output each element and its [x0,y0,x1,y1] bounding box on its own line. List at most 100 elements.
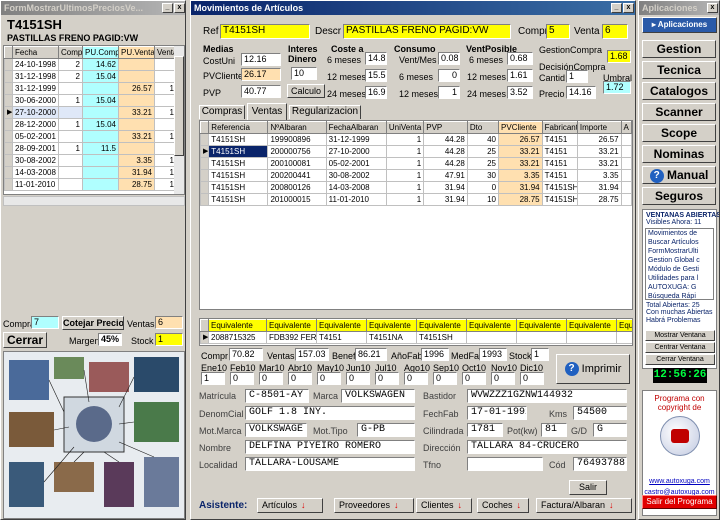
margen-field[interactable]: 45% [98,333,122,346]
stats-anofab-field[interactable]: 1996 [421,348,449,361]
grid-header[interactable]: NºAlbaran [267,121,327,134]
aplicaciones-button[interactable]: ▸ Aplicaciones [642,17,717,33]
ventmes-field[interactable]: 0.08 [438,52,460,65]
nav-clientes-button[interactable]: Clientes ↓ [416,498,472,513]
grid-row[interactable]: T4151SH 201000015 11-01-2010 1 31.94 10 28.75 T… [200,193,632,206]
catalogos-button[interactable]: Catalogos [642,82,716,100]
table-header[interactable]: PU.Venta [118,46,155,59]
grid-header[interactable]: UniVenta [385,121,425,134]
marca-field[interactable]: VOLKSWAGEN [341,389,415,403]
table-header[interactable]: Compra [58,46,83,59]
ref-field[interactable]: T4151SH [220,24,310,39]
table-row[interactable]: 14-03-2008 31.94 1 [4,166,177,179]
scrollbar-thumb[interactable] [174,56,184,156]
table-header[interactable]: Fecha [12,46,59,59]
stock-field[interactable]: 1 [155,333,183,346]
close-icon[interactable]: x [174,3,185,13]
website-link[interactable]: www.autoxuga.com [643,478,716,485]
right-window-titlebar[interactable]: Aplicaciones x [639,1,719,15]
equiv-header[interactable]: Equivalente [416,319,467,332]
sales-grid[interactable]: Referencia NºAlbaran FechaAlbaran UniVen… [199,120,633,310]
consumo-24-field[interactable]: 1 [438,86,460,99]
grid-header[interactable]: PVCliente [498,121,543,134]
open-window-item[interactable]: Gestion Global c [646,256,713,265]
consumo-6-field[interactable]: 0 [438,69,460,82]
table-row[interactable]: 31-12-1999 26.57 1 [4,82,177,95]
ventas-field[interactable]: 6 [155,316,183,329]
tab-ventas[interactable]: Ventas [247,103,287,120]
direccion-field[interactable]: TALLARA 84-CRUCERO [467,440,627,454]
matricula-field[interactable]: C-8501-AY [245,389,309,403]
equiv-cell[interactable] [516,331,567,344]
cotejar-precios-button[interactable]: Cotejar Precios [62,316,124,330]
localidad-field[interactable]: TALLARA-LOUSAME [245,457,415,471]
umbral-field[interactable]: 1.72 [603,81,631,94]
grid-header[interactable]: PVP [423,121,468,134]
scope-button[interactable]: Scope [642,124,716,142]
month-value[interactable]: 0 [491,372,515,385]
salir-button[interactable]: Salir [569,480,607,495]
equiv-header[interactable]: Equivalente [266,319,317,332]
motmarca-field[interactable]: VOLKSWAGE [245,423,307,437]
table-row[interactable]: 30-08-2002 3.35 1 [4,154,177,167]
tecnica-button[interactable]: Tecnica [642,61,716,79]
left-grid[interactable]: Fecha Compra PU.Compra PU.Venta Venta 24… [3,45,185,195]
stats-medfab-field[interactable]: 1993 [479,348,507,361]
grid-row[interactable]: T4151SH 200100081 05-02-2001 1 44.28 25 33.21 T… [200,157,632,170]
gestion-compra-field[interactable]: 1.68 [607,50,631,63]
table-row[interactable]: 11-01-2010 28.75 1 [4,178,177,191]
month-value[interactable]: 0 [230,372,254,385]
month-value[interactable]: 0 [520,372,544,385]
cilindrada-field[interactable]: 1781 [467,423,503,437]
calculo-button[interactable]: Calculo [287,84,325,98]
month-value[interactable]: 0 [288,372,312,385]
table-row[interactable]: 30-06-2000 1 15.04 [4,94,177,107]
equiv-cell[interactable] [616,331,632,344]
table-row[interactable]: 31-12-1998 2 15.04 [4,70,177,83]
equiv-cell[interactable]: T4151NA [366,331,417,344]
month-value[interactable]: 0 [259,372,283,385]
scanner-button[interactable]: Scanner [642,103,716,121]
mostrar-ventana-button[interactable]: Mostrar Ventana [645,330,715,341]
gestion-button[interactable]: Gestion [642,40,716,58]
stats-compr-field[interactable]: 70.82 [229,348,263,361]
coste-24-field[interactable]: 16.9 [365,86,387,99]
month-value[interactable]: 0 [462,372,486,385]
left-grid-scrollbar[interactable] [174,46,184,194]
equiv-header[interactable]: Equivalente [316,319,367,332]
equiv-header[interactable]: Equivalente [516,319,567,332]
grid-header[interactable]: FechaAlbaran [325,121,387,134]
pot-field[interactable]: 81 [541,423,567,437]
grid-row[interactable]: T4151SH 200800126 14-03-2008 1 31.94 0 31.94 T4… [200,181,632,194]
ventposible-24-field[interactable]: 3.52 [507,86,533,99]
close-icon[interactable]: x [707,3,718,13]
gd-field[interactable]: G [593,423,627,437]
cerrar-button[interactable]: Cerrar [3,332,47,348]
equivalents-grid[interactable]: Equivalente Equivalente Equivalente Equival… [199,318,633,346]
mottipo-field[interactable]: G-PB [357,423,415,437]
month-value[interactable]: 0 [346,372,370,385]
table-row[interactable]: 28-09-2001 1 11.5 [4,142,177,155]
compras-field[interactable]: 7 [31,316,59,329]
open-window-item[interactable]: Módulo de Gesti [646,265,713,274]
grid-row[interactable]: T4151SH 200200441 30-08-2002 1 47.91 30 3.35 T4… [200,169,632,182]
month-value[interactable]: 0 [375,372,399,385]
open-window-item[interactable]: Buscar Artículos [646,238,713,247]
manual-button[interactable]: ? Manual [642,166,716,184]
interes-field[interactable]: 10 [291,67,317,80]
open-window-item[interactable]: FormMostrarUlti [646,247,713,256]
stats-ventas-field[interactable]: 157.03 [295,348,329,361]
nav-factura-button[interactable]: Factura/Albaran ↓ [536,498,632,513]
open-windows-list[interactable]: Movimientos de Buscar Artículos FormMostra… [645,228,714,300]
month-value[interactable]: 1 [201,372,225,385]
nav-proveedores-button[interactable]: Proveedores ↓ [334,498,414,513]
left-window-titlebar[interactable]: FormMostrarUltimosPreciosVe... _ x [1,1,185,15]
main-window-titlebar[interactable]: Movimientos de Artículos _ x [191,1,635,15]
precio-field[interactable]: 14.16 [566,86,596,99]
equiv-cell[interactable] [466,331,517,344]
equiv-cell[interactable]: T4151 [316,331,367,344]
open-window-item[interactable]: Movimientos de [646,229,713,238]
month-value[interactable]: 0 [317,372,341,385]
tfno-field[interactable] [467,457,543,471]
coste-12-field[interactable]: 15.58 [365,69,387,82]
